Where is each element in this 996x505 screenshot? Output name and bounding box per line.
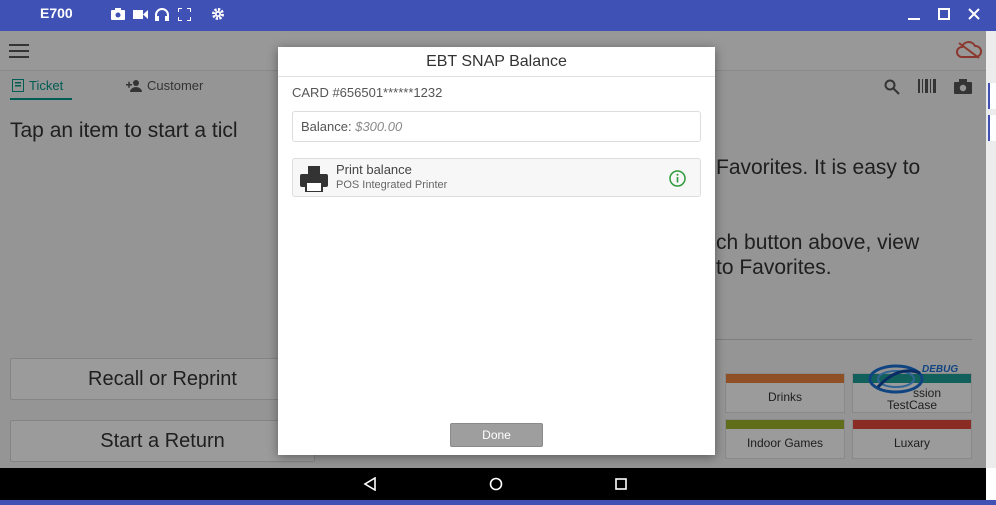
headset-icon[interactable]	[154, 6, 170, 22]
print-balance-title: Print balance	[336, 162, 412, 177]
settings-icon[interactable]	[210, 6, 226, 22]
emulator-title-bar: E700	[0, 0, 996, 31]
android-nav-bar	[0, 468, 986, 500]
info-icon[interactable]	[669, 170, 686, 187]
printer-icon	[300, 166, 328, 192]
emulator-toolbar	[110, 6, 226, 22]
balance-value: $300.00	[355, 119, 403, 134]
video-icon[interactable]	[132, 6, 148, 22]
window-bottom-border	[0, 500, 996, 505]
camera-icon[interactable]	[110, 6, 126, 22]
card-number: CARD #656501******1232	[292, 85, 443, 100]
done-button[interactable]: Done	[450, 423, 543, 447]
ebt-balance-dialog: EBT SNAP Balance CARD #656501******1232 …	[278, 47, 715, 455]
adjacent-window-edge	[986, 31, 996, 468]
maximize-icon[interactable]	[936, 5, 952, 23]
home-icon[interactable]	[488, 476, 504, 492]
edge-tab	[988, 115, 996, 141]
minimize-icon[interactable]	[906, 5, 922, 23]
balance-label: Balance:	[301, 119, 352, 134]
print-balance-button[interactable]: Print balance POS Integrated Printer	[292, 158, 701, 197]
printer-name: POS Integrated Printer	[336, 179, 448, 191]
fullscreen-icon[interactable]	[176, 6, 192, 22]
dialog-title: EBT SNAP Balance	[278, 47, 715, 77]
close-icon[interactable]	[966, 5, 982, 23]
back-icon[interactable]	[362, 476, 378, 492]
window-controls	[906, 5, 982, 23]
recents-icon[interactable]	[613, 476, 629, 492]
emulator-title: E700	[40, 5, 73, 21]
balance-field: Balance: $300.00	[292, 111, 701, 142]
edge-tab	[988, 83, 996, 109]
